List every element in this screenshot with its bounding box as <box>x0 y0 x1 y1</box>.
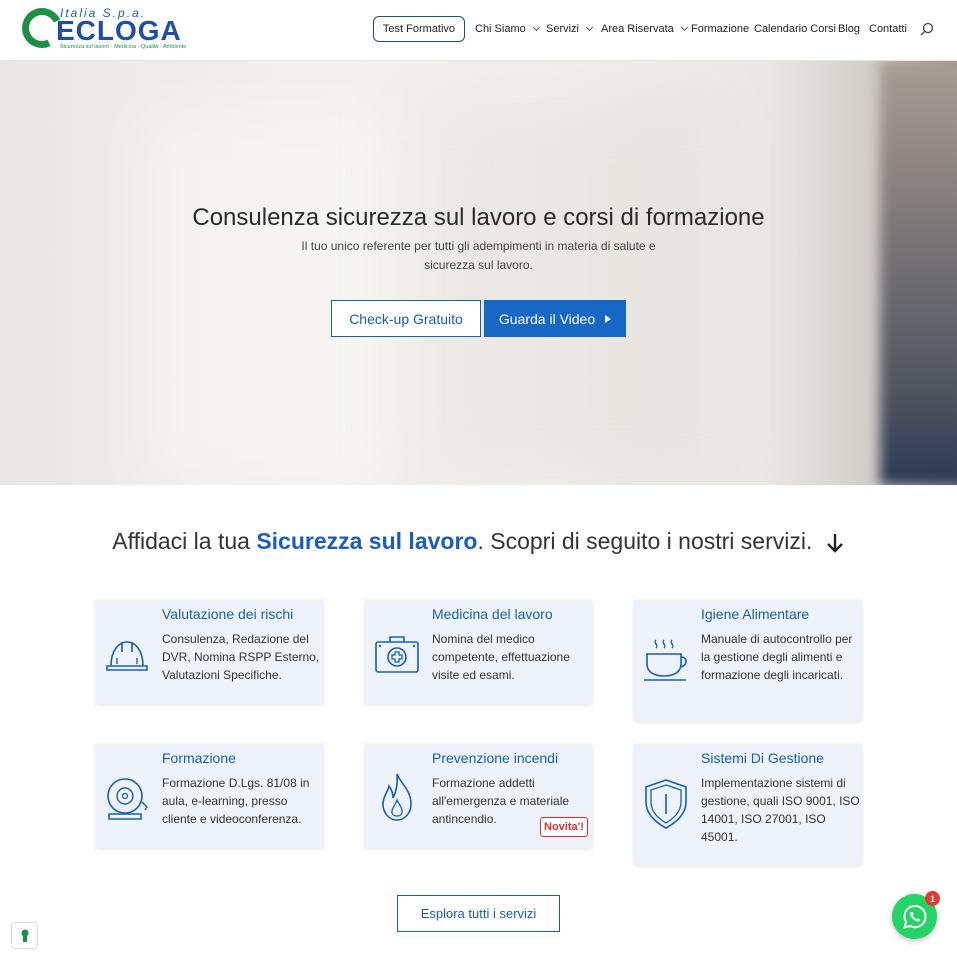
new-badge: Novita'! <box>540 817 588 837</box>
hero-person-image <box>880 61 957 485</box>
hero-title: Consulenza sicurezza sul lavoro e corsi … <box>192 204 765 231</box>
nav-item-label: Servizi <box>546 23 580 35</box>
coffee-cup-icon <box>644 639 687 681</box>
hero-background <box>420 81 720 485</box>
alarm-bell-icon <box>107 778 148 820</box>
logo-name: ECLOGA <box>56 15 182 46</box>
services-heading: Affidaci la tua Sicurezza sul lavoro. Sc… <box>0 528 957 555</box>
play-icon <box>605 314 612 323</box>
hero-banner: Consulenza sicurezza sul lavoro e corsi … <box>0 61 957 485</box>
flame-icon <box>382 773 412 821</box>
service-card-text: Implementazione sistemi di gestione, qua… <box>701 776 860 844</box>
watch-video-button[interactable]: Guarda il Video <box>484 300 626 337</box>
nav-servizi[interactable]: Servizi <box>546 23 594 35</box>
service-card-text: Consulenza, Redazione del DVR, Nomina RS… <box>162 632 320 682</box>
service-card-text: Manuale di autocontrollo per la gestione… <box>701 632 853 682</box>
nav-area-riservata[interactable]: Area Riservata <box>601 23 688 35</box>
nav-contatti[interactable]: Contatti <box>869 23 907 35</box>
medical-kit-icon <box>375 636 419 673</box>
service-card-formazione[interactable]: Formazione Formazione D.Lgs. 81/08 in au… <box>95 744 323 848</box>
keyhole-icon <box>21 929 28 942</box>
services-heading-post: . Scopri di seguito i nostri servizi. <box>477 528 813 554</box>
service-card-text: Formazione D.Lgs. 81/08 in aula, e-learn… <box>162 776 310 826</box>
services-heading-pre: Affidaci la tua <box>112 528 257 554</box>
whatsapp-icon <box>902 904 927 929</box>
nav-blog[interactable]: Blog <box>838 23 860 35</box>
watch-video-label: Guarda il Video <box>498 310 596 327</box>
nav-chi-siamo[interactable]: Chi Siamo <box>475 23 540 35</box>
hero-background <box>140 111 400 485</box>
nav-item-label: Area Riservata <box>601 23 674 35</box>
service-card-title: Prevenzione incendi <box>432 750 559 766</box>
nav-formazione[interactable]: Formazione <box>691 23 749 35</box>
service-card-medicina[interactable]: Medicina del lavoro Nomina del medico co… <box>365 600 592 704</box>
nav-calendario-corsi[interactable]: Calendario Corsi <box>754 23 836 35</box>
logo-tagline: Sicurezza sul lavoro - Medicina - Qualit… <box>60 44 187 50</box>
nav-item-label: Calendario Corsi <box>754 23 836 35</box>
nav-item-label: Chi Siamo <box>475 23 526 35</box>
checkup-button[interactable]: Check-up Gratuito <box>331 300 481 337</box>
nav-item-label: Contatti <box>869 23 907 35</box>
whatsapp-notification-badge: 1 <box>925 891 940 906</box>
explore-services-button[interactable]: Esplora tutti i servizi <box>397 895 560 932</box>
services-heading-highlight: Sicurezza sul lavoro <box>256 528 478 554</box>
nav-item-label: Formazione <box>691 23 750 35</box>
ecloga-logo[interactable]: Italia S.p.a. ECLOGA Sicurezza sul lavor… <box>16 2 186 54</box>
arrow-down-icon <box>826 533 843 553</box>
service-card-title: Valutazione dei rischi <box>162 606 294 622</box>
test-formativo-button[interactable]: Test Formativo <box>373 16 465 42</box>
service-card-text: Nomina del medico competente, effettuazi… <box>432 632 570 682</box>
chevron-down-icon <box>680 23 688 32</box>
service-card-title: Sistemi Di Gestione <box>701 750 824 766</box>
service-card-sistemi[interactable]: Sistemi Di Gestione Implementazione sist… <box>634 744 862 865</box>
service-card-title: Igiene Alimentare <box>701 606 810 622</box>
site-header: Italia S.p.a. ECLOGA Sicurezza sul lavor… <box>0 0 957 61</box>
helmet-icon <box>106 641 148 671</box>
chevron-down-icon <box>585 23 594 32</box>
chevron-down-icon <box>532 23 540 32</box>
service-card-title: Formazione <box>162 750 236 766</box>
search-icon[interactable] <box>920 22 934 36</box>
shield-icon <box>645 779 687 829</box>
service-card-title: Medicina del lavoro <box>432 606 553 622</box>
nav-item-label: Blog <box>838 23 861 35</box>
service-card-igiene[interactable]: Igiene Alimentare Manuale di autocontrol… <box>634 600 862 721</box>
service-card-valutazione[interactable]: Valutazione dei rischi Consulenza, Redaz… <box>95 600 323 704</box>
hero-subtitle: Il tuo unico referente per tutti gli ade… <box>301 239 656 272</box>
cookie-settings-button[interactable] <box>11 922 38 949</box>
